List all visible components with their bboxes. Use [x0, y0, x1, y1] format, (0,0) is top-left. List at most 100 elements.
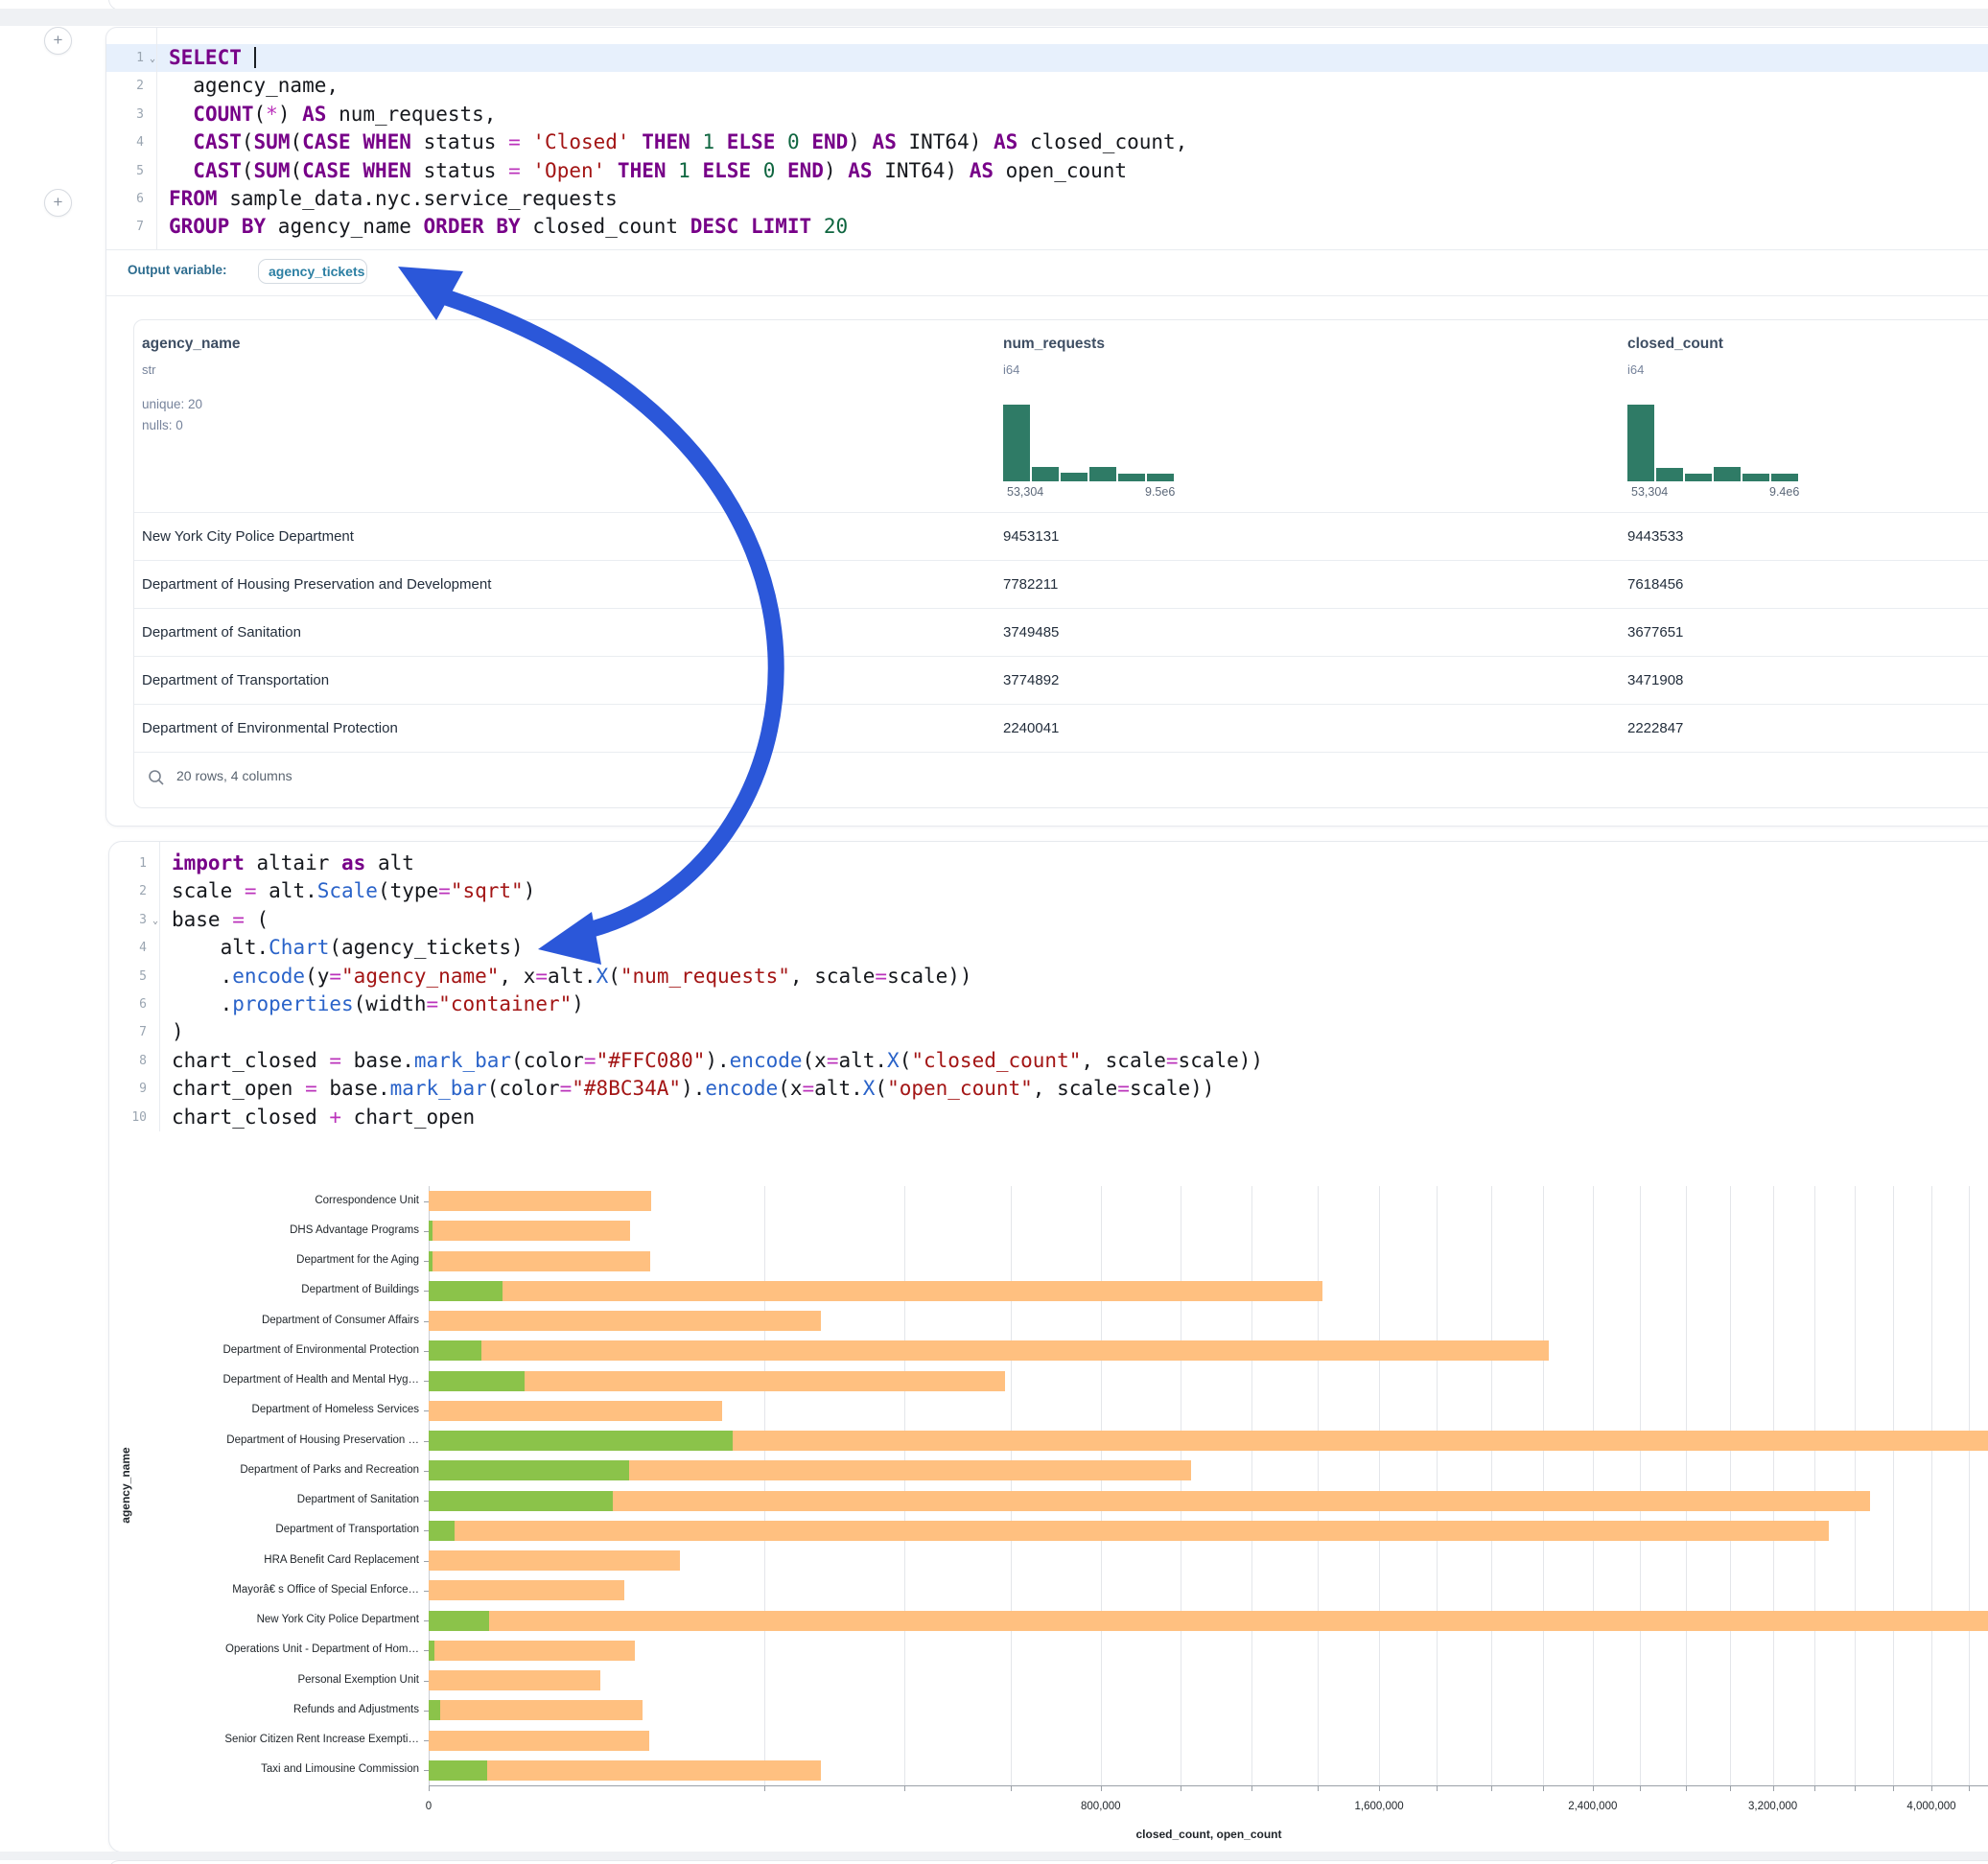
table-row-count: 20 rows, 4 columns — [176, 768, 292, 783]
code-token: scale)) — [1130, 1077, 1215, 1100]
code-token: ) — [524, 879, 536, 902]
x-axis-tick-label: 3,200,000 — [1748, 1801, 1797, 1812]
x-axis-tick — [904, 1786, 905, 1791]
x-axis-tick — [1814, 1786, 1815, 1791]
output-variable-label: Output variable: — [128, 263, 227, 277]
bar-closed-count — [429, 1611, 1988, 1631]
code-token: ) — [278, 103, 302, 126]
gridline — [1773, 1186, 1774, 1785]
add-cell-button-top[interactable]: + — [44, 27, 72, 55]
code-token — [169, 159, 193, 182]
code-token: num_requests, — [326, 103, 496, 126]
fold-chevron-icon[interactable]: ⌄ — [152, 907, 158, 935]
y-axis-label: Department for the Aging — [112, 1254, 419, 1266]
code-token: AS — [302, 103, 326, 126]
code-token: ). — [705, 1049, 729, 1072]
x-axis-tick-label: 1,600,000 — [1355, 1801, 1404, 1812]
table-cell: 7618456 — [1627, 561, 1683, 609]
y-axis-label: Department of Homeless Services — [112, 1404, 419, 1415]
code-text: scale = alt.Scale(type="sqrt") — [159, 877, 535, 905]
x-axis-tick — [1730, 1786, 1731, 1791]
code-token: altair — [245, 851, 341, 874]
table-row: Department of Sanitation37494853677651 — [134, 608, 1988, 657]
code-token: ( — [875, 1077, 887, 1100]
code-line: 5 .encode(y="agency_name", x=alt.X("num_… — [109, 963, 1988, 990]
histogram-bar — [1685, 474, 1712, 481]
code-token: = — [535, 965, 548, 988]
x-axis-tick-label: 800,000 — [1081, 1801, 1121, 1812]
bar-open-count — [429, 1521, 455, 1541]
code-token: , scale — [790, 965, 876, 988]
x-axis-tick — [1893, 1786, 1894, 1791]
column-name[interactable]: agency_name — [142, 336, 241, 353]
line-number: 1 — [109, 850, 159, 877]
y-axis-label: Department of Consumer Affairs — [112, 1315, 419, 1326]
code-token: = — [508, 159, 521, 182]
column-name[interactable]: num_requests — [1003, 336, 1105, 353]
column-histogram — [1627, 405, 1798, 481]
x-axis-tick — [1931, 1786, 1932, 1791]
code-token: CASE — [302, 159, 351, 182]
code-line: 1import altair as alt — [109, 850, 1988, 877]
table-cell: 3677651 — [1627, 609, 1683, 657]
x-axis-tick — [764, 1786, 765, 1791]
gridline — [1893, 1186, 1894, 1785]
table-cell: Department of Environmental Protection — [142, 705, 398, 753]
code-token: (y — [305, 965, 329, 988]
code-text: base = ( — [159, 906, 269, 934]
x-axis-tick — [1640, 1786, 1641, 1791]
table-cell: Department of Transportation — [142, 657, 329, 705]
code-token: "#FFC080" — [596, 1049, 706, 1072]
code-token: agency_name — [266, 215, 423, 238]
code-token: 1 — [678, 159, 690, 182]
bar-closed-count — [429, 1641, 635, 1661]
code-token: AS — [873, 130, 897, 153]
sql-cell: 1⌄SELECT 2 agency_name,3 COUNT(*) AS num… — [105, 27, 1988, 827]
bar-open-count — [429, 1760, 487, 1781]
code-line: 8chart_closed = base.mark_bar(color="#FF… — [109, 1047, 1988, 1075]
column-name[interactable]: closed_count — [1627, 336, 1723, 353]
code-line: 6 .properties(width="container") — [109, 990, 1988, 1018]
code-token: (color — [511, 1049, 584, 1072]
code-token: 1 — [702, 130, 714, 153]
gridline — [1730, 1186, 1731, 1785]
table-cell: 2222847 — [1627, 705, 1683, 753]
bar-closed-count — [429, 1311, 821, 1331]
code-token — [521, 159, 533, 182]
sql-code-editor[interactable]: 1⌄SELECT 2 agency_name,3 COUNT(*) AS num… — [106, 28, 1988, 250]
code-token: base. — [341, 1049, 414, 1072]
code-token: (x — [778, 1077, 802, 1100]
x-axis-tick — [1593, 1786, 1594, 1791]
gridline — [1814, 1186, 1815, 1785]
code-token: "open_count" — [887, 1077, 1033, 1100]
code-line: 7GROUP BY agency_name ORDER BY closed_co… — [106, 213, 1988, 241]
add-cell-button-middle[interactable]: + — [44, 189, 72, 217]
fold-chevron-icon[interactable]: ⌄ — [150, 45, 155, 73]
code-line: 5 CAST(SUM(CASE WHEN status = 'Open' THE… — [106, 157, 1988, 185]
histogram-bar — [1089, 467, 1116, 481]
bar-closed-count — [429, 1700, 643, 1720]
code-token — [738, 215, 751, 238]
code-token: X — [863, 1077, 876, 1100]
line-number: 2 — [109, 877, 159, 905]
gutter-separator — [159, 842, 160, 1131]
code-token: * — [266, 103, 278, 126]
code-text: import altair as alt — [159, 850, 414, 877]
code-token: AS — [970, 159, 994, 182]
python-code-editor[interactable]: 1import altair as alt2scale = alt.Scale(… — [109, 842, 1988, 1131]
search-icon[interactable] — [148, 769, 165, 786]
code-text: CAST(SUM(CASE WHEN status = 'Closed' THE… — [156, 128, 1187, 156]
bar-open-count — [429, 1611, 489, 1631]
code-token: chart_closed — [172, 1049, 329, 1072]
code-token: base — [172, 908, 232, 931]
line-number: 5 — [106, 157, 156, 185]
code-token: "container" — [438, 992, 572, 1015]
gridline — [1318, 1186, 1319, 1785]
x-axis-tick — [1437, 1786, 1438, 1791]
table-cell: 9453131 — [1003, 513, 1059, 561]
table-header: agency_namestrunique: 20nulls: 0num_requ… — [134, 320, 1988, 512]
code-token: = — [329, 1049, 341, 1072]
code-token: chart_open — [172, 1077, 305, 1100]
output-variable-input[interactable]: agency_tickets — [258, 259, 367, 284]
gutter-separator — [156, 28, 157, 250]
